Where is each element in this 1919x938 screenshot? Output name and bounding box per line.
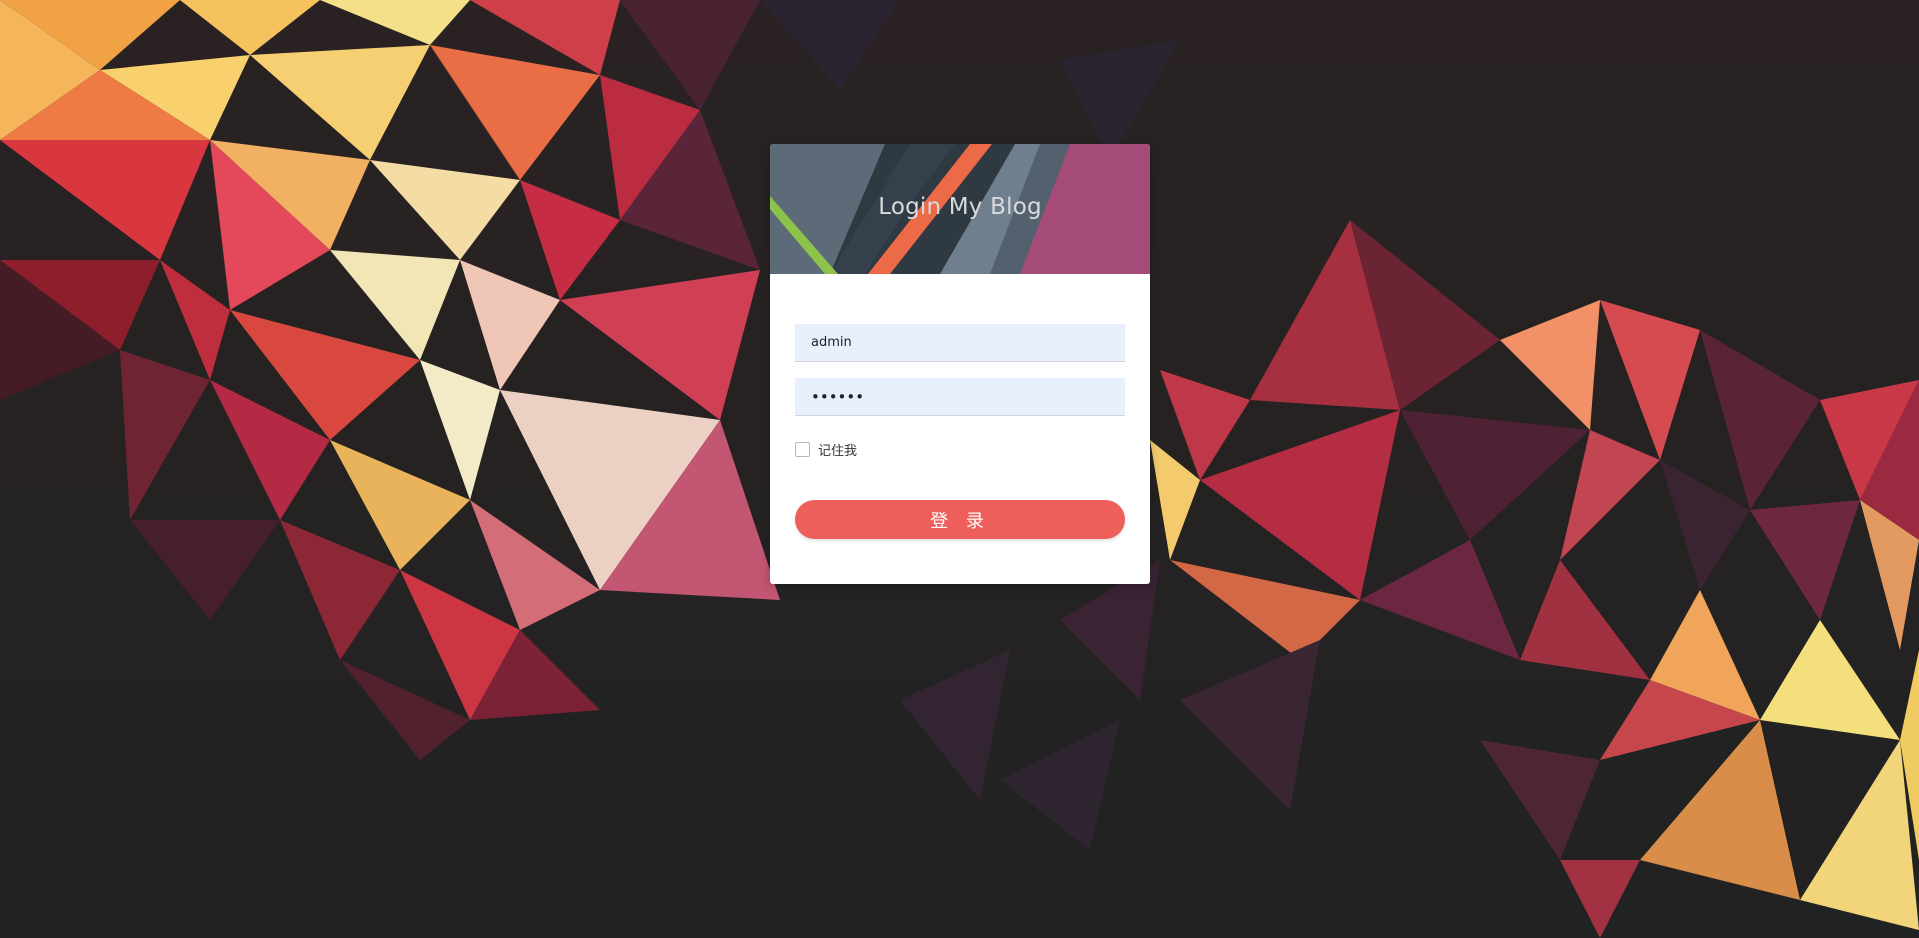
remember-me-label[interactable]: 记住我 (818, 440, 857, 459)
password-input[interactable] (795, 378, 1125, 416)
login-card: Login My Blog 记住我 登 录 (770, 144, 1150, 584)
remember-me-checkbox[interactable] (795, 441, 810, 457)
page-title: Login My Blog (878, 194, 1042, 220)
remember-me-row[interactable]: 记住我 (795, 440, 857, 459)
login-card-header: Login My Blog (770, 144, 1150, 274)
login-button[interactable]: 登 录 (795, 500, 1125, 539)
username-input[interactable] (795, 324, 1125, 362)
